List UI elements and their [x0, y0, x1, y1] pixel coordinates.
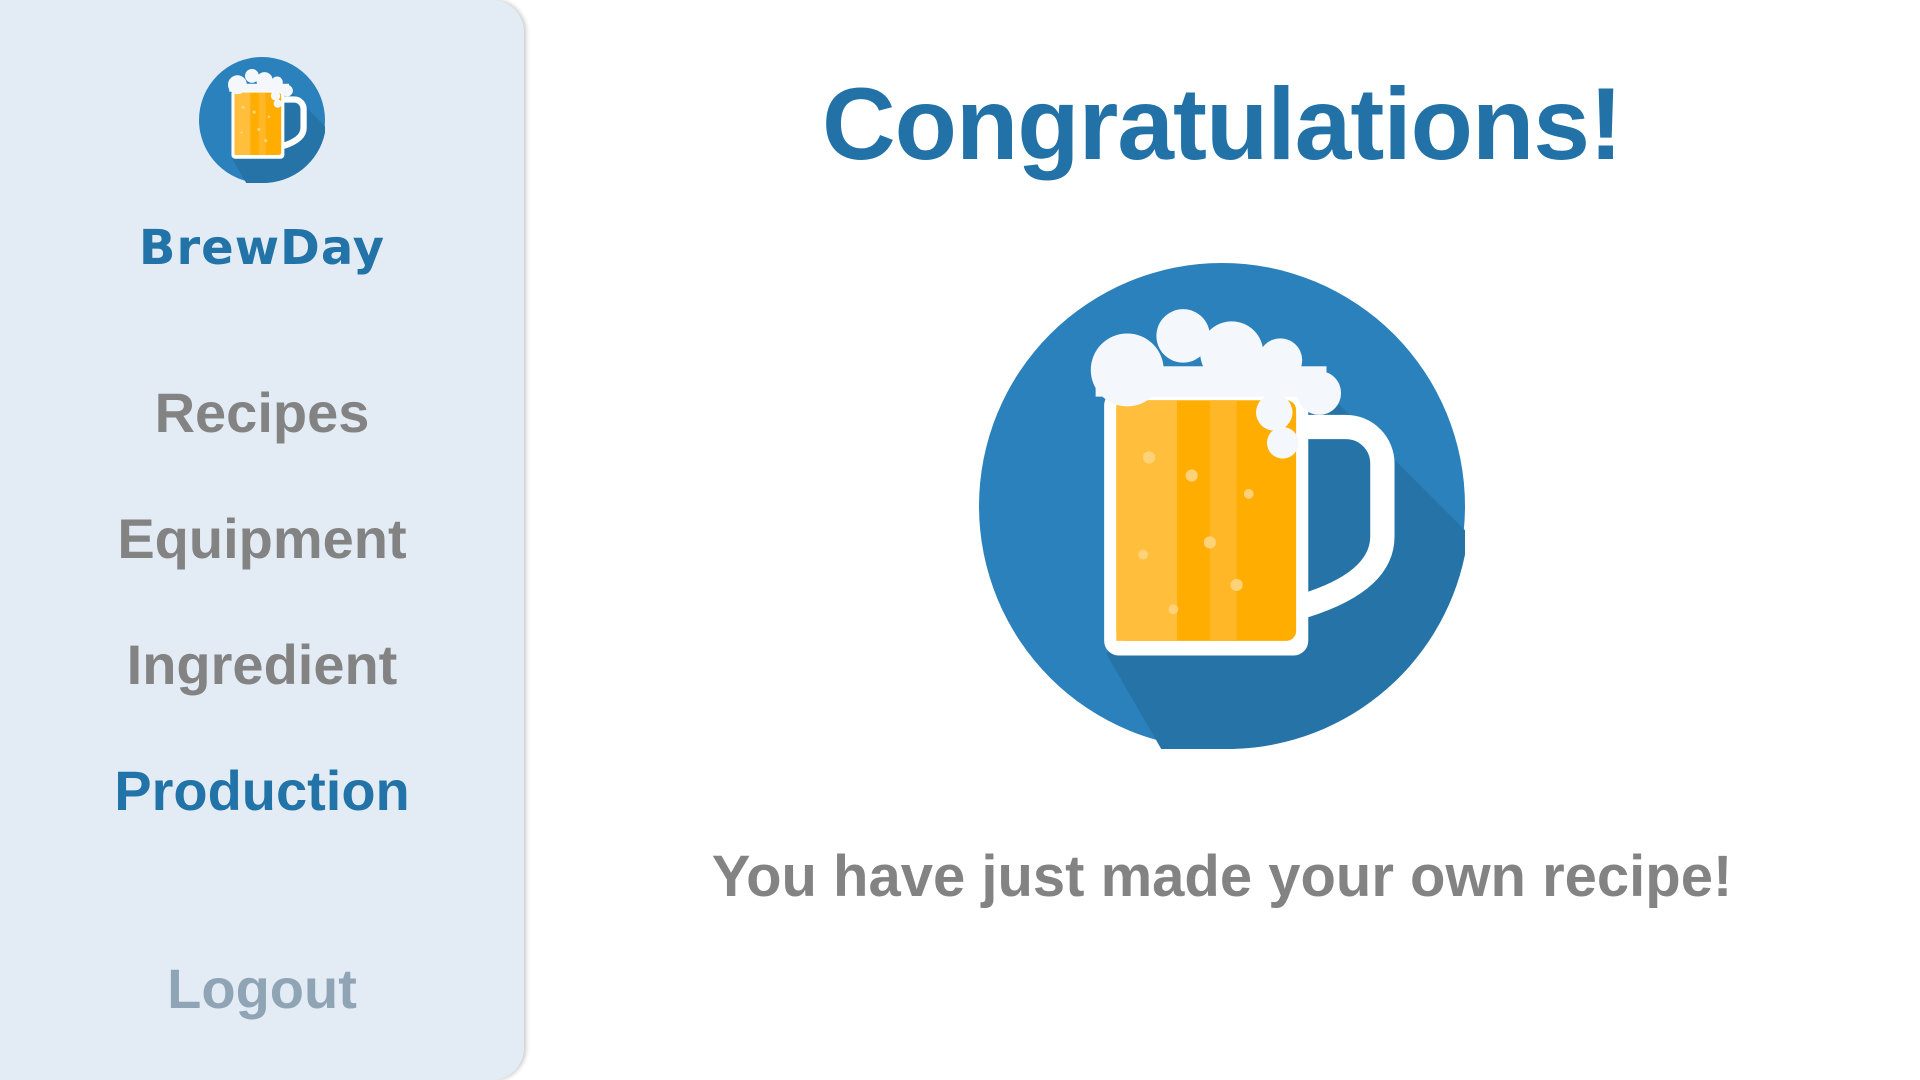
sidebar: BrewDay Recipes Equipment Ingredient Pro… — [0, 0, 524, 1080]
nav-item-production[interactable]: Production — [0, 756, 524, 882]
app-window: BrewDay Recipes Equipment Ingredient Pro… — [0, 0, 1920, 1080]
nav-item-equipment[interactable]: Equipment — [0, 504, 524, 630]
beer-mug-icon[interactable] — [199, 57, 325, 184]
main-content: Congratulations! You have just made your… — [524, 0, 1920, 1080]
nav-item-ingredient[interactable]: Ingredient — [0, 630, 524, 756]
sidebar-nav: Recipes Equipment Ingredient Production — [0, 378, 524, 882]
logout-link[interactable]: Logout — [0, 956, 524, 1021]
beer-mug-icon — [979, 263, 1465, 750]
success-message: You have just made your own recipe! — [711, 844, 1733, 909]
app-brand: BrewDay — [138, 220, 386, 276]
nav-item-recipes[interactable]: Recipes — [0, 378, 524, 504]
page-title: Congratulations! — [822, 67, 1623, 181]
